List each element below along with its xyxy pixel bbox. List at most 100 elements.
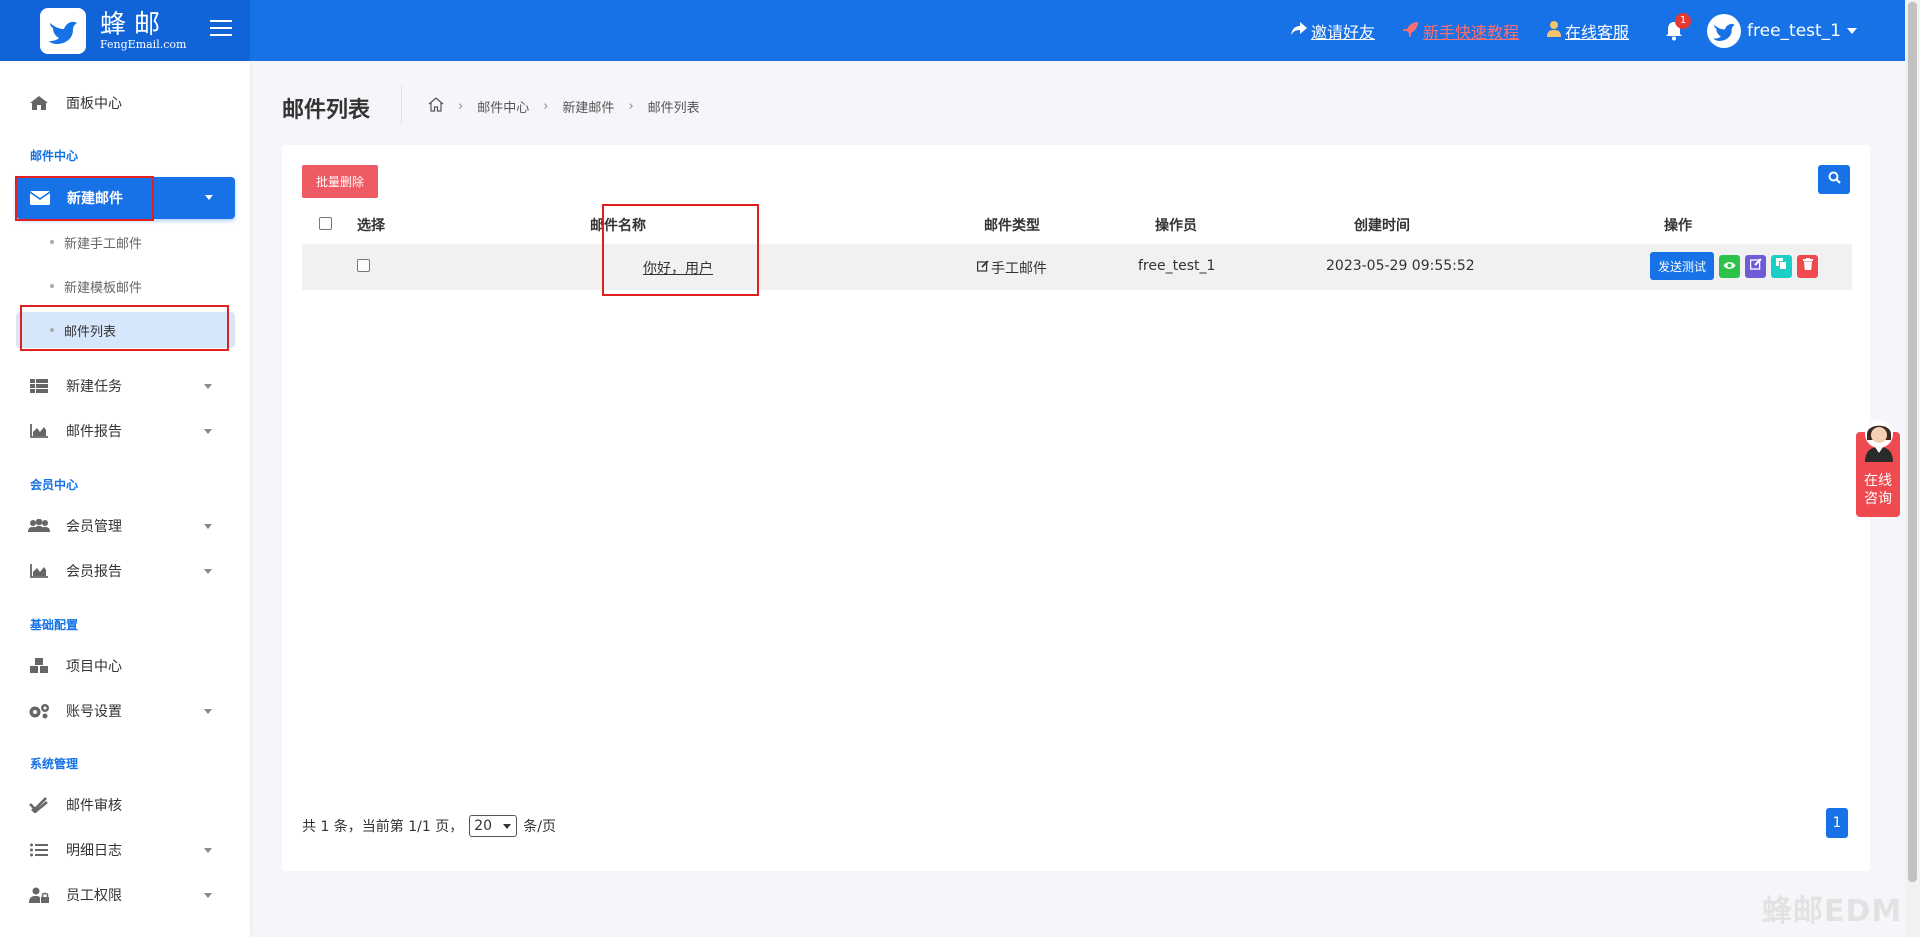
breadcrumb-item[interactable]: 新建邮件 [562, 97, 614, 116]
mail-type-text: 手工邮件 [991, 261, 1047, 277]
sidebar-item-member-manage[interactable]: 会员管理 [0, 506, 250, 546]
select-all-checkbox[interactable] [319, 217, 332, 230]
tutorial-link[interactable]: 新手快速教程 [1402, 19, 1519, 43]
delete-button[interactable] [1797, 254, 1819, 278]
sidebar-item-label: 账号设置 [66, 704, 122, 720]
eye-icon [1723, 258, 1736, 274]
pagination-suffix: 条/页 [523, 819, 556, 835]
bullet-list-icon [28, 842, 50, 858]
sidebar-subitem-new-manual-mail[interactable]: 新建手工邮件 [16, 224, 235, 260]
search-icon [1828, 171, 1841, 188]
row-actions: 发送测试 [1650, 252, 1819, 280]
column-header-operator: 操作员 [1155, 218, 1197, 234]
sidebar-section-member: 会员中心 [30, 478, 79, 492]
page-button-current[interactable]: 1 [1826, 808, 1848, 838]
chevron-down-icon [204, 384, 212, 389]
support-label: 在线客服 [1565, 22, 1630, 42]
column-header-created: 创建时间 [1354, 218, 1410, 234]
chevron-down-icon [1847, 27, 1857, 34]
double-check-icon [28, 797, 50, 813]
watermark: 蜂邮EDM [1762, 894, 1903, 929]
edit-icon [1749, 258, 1762, 274]
pagination-info: 共 1 条，当前第 1/1 页， 20 条/页 [302, 815, 556, 837]
sidebar: 面板中心 邮件中心 新建邮件 新建手工邮件 新建模板邮件 邮件列表 新建任务 邮… [0, 61, 250, 937]
send-test-button[interactable]: 发送测试 [1650, 252, 1715, 280]
menu-toggle-icon[interactable] [210, 20, 232, 38]
top-navbar: 蜂邮 FengEmail.com 邀请好友 新手快速教程 在线客服 1 free… [0, 0, 1905, 61]
page-size-select[interactable]: 20 [469, 815, 518, 837]
copy-button[interactable] [1771, 254, 1793, 278]
sidebar-item-dashboard[interactable]: 面板中心 [0, 83, 250, 123]
pagination-prefix: 共 1 条，当前第 1/1 页， [302, 819, 464, 835]
sidebar-item-account-settings[interactable]: 账号设置 [0, 691, 250, 731]
consult-label-line1: 在线 [1864, 473, 1892, 489]
sidebar-item-label: 新建任务 [66, 379, 122, 395]
column-header-select: 选择 [357, 218, 385, 234]
breadcrumb: › 邮件中心 › 新建邮件 › 邮件列表 [428, 97, 700, 116]
column-header-actions: 操作 [1664, 218, 1692, 234]
logo-subtitle: FengEmail.com [100, 37, 187, 51]
chevron-down-icon [204, 709, 212, 714]
sidebar-item-label: 邮件审核 [66, 798, 122, 814]
highlight-box [15, 176, 154, 221]
batch-delete-button[interactable]: 批量删除 [302, 165, 378, 198]
notification-bell-icon[interactable]: 1 [1665, 12, 1692, 41]
sidebar-item-label: 会员管理 [66, 519, 122, 535]
page-title: 邮件列表 [282, 98, 371, 123]
sidebar-item-label: 员工权限 [66, 888, 122, 904]
logo-title: 蜂邮 [100, 9, 169, 40]
home-icon [28, 95, 50, 111]
bird-logo-icon [40, 7, 86, 54]
table-row: 你好，用户 手工邮件 free_test_1 2023-05-29 09:55:… [302, 244, 1852, 290]
sidebar-item-member-report[interactable]: 会员报告 [0, 551, 250, 591]
operator-cell: free_test_1 [1138, 258, 1216, 274]
support-link[interactable]: 在线客服 [1547, 19, 1629, 43]
sidebar-item-new-task[interactable]: 新建任务 [0, 366, 250, 406]
sidebar-item-staff-permission[interactable]: 员工权限 [0, 875, 250, 915]
chevron-down-icon [204, 893, 212, 898]
breadcrumb-separator-icon: › [543, 99, 549, 114]
chevron-down-icon [204, 524, 212, 529]
sidebar-item-label: 明细日志 [66, 843, 122, 859]
sidebar-item-detail-log[interactable]: 明细日志 [0, 830, 250, 870]
agent-avatar-icon [1859, 418, 1899, 462]
invite-friends-link[interactable]: 邀请好友 [1290, 19, 1375, 43]
copy-icon [1776, 258, 1788, 274]
sidebar-item-project-center[interactable]: 项目中心 [0, 646, 250, 686]
search-button[interactable] [1818, 165, 1850, 194]
rocket-icon [1402, 21, 1419, 41]
sidebar-subitem-label: 新建模板邮件 [64, 280, 143, 296]
scrollbar-thumb[interactable] [1908, 2, 1917, 882]
column-header-type: 邮件类型 [984, 218, 1040, 234]
sidebar-subitem-new-template-mail[interactable]: 新建模板邮件 [16, 268, 235, 304]
users-icon [28, 518, 50, 534]
chevron-down-icon [204, 429, 212, 434]
highlight-box [20, 305, 229, 351]
mail-type: 手工邮件 [977, 258, 1047, 278]
share-icon [1290, 21, 1307, 40]
chevron-down-icon [204, 569, 212, 574]
sidebar-item-mail-report[interactable]: 邮件报告 [0, 411, 250, 451]
view-button[interactable] [1719, 254, 1741, 278]
row-checkbox[interactable] [357, 259, 370, 272]
invite-friends-label: 邀请好友 [1310, 22, 1375, 42]
breadcrumb-separator-icon: › [458, 99, 464, 114]
home-icon[interactable] [428, 97, 444, 116]
user-menu[interactable]: free_test_1 [1707, 13, 1857, 48]
edit-icon [977, 260, 989, 276]
sidebar-item-label: 面板中心 [66, 96, 122, 112]
sidebar-section-basic: 基础配置 [30, 618, 79, 632]
sidebar-subitem-label: 新建手工邮件 [64, 236, 143, 252]
user-icon [1547, 20, 1561, 41]
gears-icon [28, 703, 50, 719]
edit-button[interactable] [1745, 254, 1767, 278]
tutorial-label: 新手快速教程 [1422, 22, 1519, 42]
trash-icon [1802, 258, 1813, 274]
area-chart-icon [28, 423, 50, 439]
sidebar-item-label: 邮件报告 [66, 424, 122, 440]
page-scrollbar[interactable] [1905, 0, 1920, 937]
sidebar-section-system: 系统管理 [30, 757, 79, 771]
sidebar-item-mail-review[interactable]: 邮件审核 [0, 785, 250, 825]
consult-label-line2: 咨询 [1864, 491, 1892, 507]
breadcrumb-item[interactable]: 邮件中心 [477, 97, 529, 116]
